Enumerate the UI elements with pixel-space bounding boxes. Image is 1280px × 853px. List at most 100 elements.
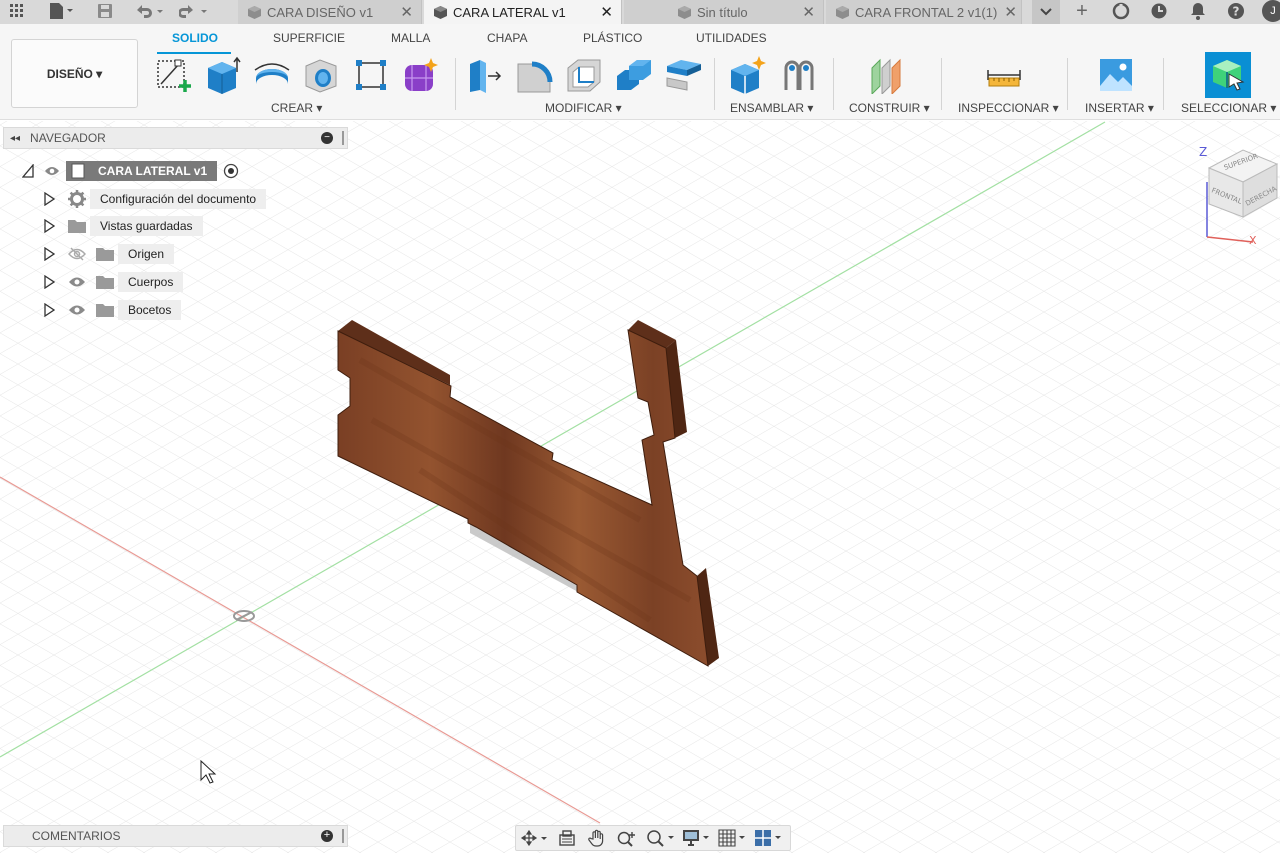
- expand-triangle-icon[interactable]: [43, 219, 55, 233]
- expand-triangle-icon[interactable]: [43, 275, 55, 289]
- tab-cara-lateral[interactable]: CARA LATERAL v1 ✕: [424, 0, 622, 24]
- panel-resize-handle[interactable]: [342, 829, 344, 843]
- navigator-pin-icon[interactable]: −: [321, 132, 333, 144]
- group-modificar[interactable]: MODIFICAR ▾: [545, 101, 622, 115]
- x-axis-line: [1206, 236, 1254, 243]
- expand-triangle-icon[interactable]: [43, 303, 55, 317]
- x-axis-label: X: [1249, 234, 1257, 247]
- navigation-toolbar: [515, 825, 791, 851]
- extensions-icon[interactable]: [1108, 0, 1134, 22]
- select-arrow-icon[interactable]: [1205, 52, 1251, 98]
- extrude-icon[interactable]: [203, 56, 241, 94]
- browser-node-bodies[interactable]: Cuerpos: [43, 272, 184, 292]
- browser-root-node[interactable]: CARA LATERAL v1: [22, 161, 239, 181]
- comments-panel[interactable]: COMENTARIOS +: [3, 825, 348, 847]
- group-inspeccionar[interactable]: INSPECCIONAR ▾: [958, 101, 1059, 115]
- undo-icon[interactable]: [132, 0, 168, 22]
- offset-plane-icon[interactable]: [868, 56, 906, 94]
- app-grid-icon[interactable]: [6, 0, 28, 22]
- measure-ruler-icon[interactable]: [985, 56, 1023, 94]
- tab-superficie[interactable]: SUPERFICIE: [273, 31, 345, 45]
- z-axis-label: Z: [1199, 145, 1207, 159]
- collapse-panel-icon[interactable]: ◂◂: [10, 133, 20, 144]
- visibility-eye-icon[interactable]: [44, 165, 60, 177]
- revolve-icon[interactable]: [253, 56, 291, 94]
- component-cube-icon: [434, 5, 447, 19]
- tab-malla[interactable]: MALLA: [391, 31, 430, 45]
- shell-icon[interactable]: [565, 56, 603, 94]
- pan-hand-icon[interactable]: [582, 826, 612, 850]
- insert-image-icon[interactable]: [1097, 56, 1135, 94]
- svg-text:?: ?: [1233, 5, 1240, 19]
- group-crear[interactable]: CREAR ▾: [271, 101, 322, 115]
- visibility-eye-icon[interactable]: [67, 303, 87, 317]
- node-label: Cuerpos: [118, 272, 184, 292]
- hidden-eye-icon[interactable]: [67, 247, 87, 261]
- browser-node-origin[interactable]: Origen: [43, 244, 175, 264]
- user-avatar[interactable]: J: [1262, 0, 1280, 22]
- zoom-icon[interactable]: [612, 826, 642, 850]
- fit-zoom-window-icon[interactable]: [642, 826, 678, 850]
- group-insertar[interactable]: INSERTAR ▾: [1085, 101, 1154, 115]
- browser-node-saved-views[interactable]: Vistas guardadas: [43, 216, 203, 236]
- orbit-icon[interactable]: [516, 826, 552, 850]
- combine-icon[interactable]: [615, 56, 653, 94]
- file-menu-icon[interactable]: [44, 0, 78, 22]
- viewcube-navigation[interactable]: Z X SUPERIOR FRONTAL DERECHA: [1195, 142, 1280, 247]
- job-status-clock-icon[interactable]: [1146, 0, 1172, 22]
- workspace-switcher-button[interactable]: DISEÑO ▾: [11, 39, 138, 108]
- user-initial: J: [1270, 5, 1276, 17]
- tab-cara-frontal[interactable]: CARA FRONTAL 2 v1(1) ✕: [826, 0, 1022, 24]
- create-sketch-icon[interactable]: [155, 56, 193, 94]
- new-component-icon[interactable]: [729, 56, 767, 94]
- display-settings-icon[interactable]: [678, 826, 714, 850]
- toolbar-ribbon: DISEÑO ▾ SOLIDO SUPERFICIE MALLA CHAPA P…: [0, 24, 1280, 120]
- new-tab-plus-icon[interactable]: +: [1068, 0, 1096, 22]
- group-ensamblar[interactable]: ENSAMBLAR ▾: [730, 101, 813, 115]
- add-comment-icon[interactable]: +: [321, 830, 333, 842]
- group-construir[interactable]: CONSTRUIR ▾: [849, 101, 930, 115]
- panel-resize-handle[interactable]: [342, 131, 344, 145]
- group-separator: [455, 58, 456, 110]
- fillet-icon[interactable]: [515, 56, 553, 94]
- press-pull-icon[interactable]: [466, 56, 504, 94]
- node-label: Origen: [118, 244, 175, 264]
- hole-icon[interactable]: [302, 56, 340, 94]
- visibility-eye-icon[interactable]: [67, 275, 87, 289]
- redo-icon[interactable]: [176, 0, 212, 22]
- look-at-icon[interactable]: [552, 826, 582, 850]
- expand-triangle-icon[interactable]: [43, 247, 55, 261]
- activate-radio-icon[interactable]: [223, 163, 239, 179]
- tab-chapa[interactable]: CHAPA: [487, 31, 527, 45]
- close-tab-icon[interactable]: ✕: [802, 3, 815, 21]
- help-icon[interactable]: ?: [1223, 0, 1249, 22]
- tab-list-chevron-icon[interactable]: [1032, 0, 1060, 24]
- group-separator: [941, 58, 942, 110]
- tab-label: Sin título: [697, 4, 748, 20]
- expand-triangle-icon[interactable]: [43, 192, 55, 206]
- tab-solido[interactable]: SOLIDO: [172, 31, 218, 45]
- tab-plastico[interactable]: PLÁSTICO: [583, 31, 642, 45]
- navigator-panel-header[interactable]: ◂◂ NAVEGADOR −: [3, 127, 348, 149]
- joint-icon[interactable]: [780, 56, 818, 94]
- offset-face-icon[interactable]: [665, 56, 703, 94]
- close-tab-icon[interactable]: ✕: [1004, 3, 1017, 21]
- browser-node-document-settings[interactable]: Configuración del documento: [43, 189, 267, 209]
- create-form-icon[interactable]: [402, 56, 440, 94]
- folder-icon: [68, 220, 86, 233]
- component-cube-icon: [836, 5, 849, 19]
- tab-utilidades[interactable]: UTILIDADES: [696, 31, 767, 45]
- close-tab-icon[interactable]: ✕: [600, 3, 613, 21]
- tab-sin-titulo[interactable]: Sin título ✕: [624, 0, 824, 24]
- notifications-bell-icon[interactable]: [1185, 0, 1211, 22]
- browser-node-sketches[interactable]: Bocetos: [43, 300, 182, 320]
- close-tab-icon[interactable]: ✕: [400, 3, 413, 21]
- group-seleccionar[interactable]: SELECCIONAR ▾: [1181, 101, 1276, 115]
- grid-settings-icon[interactable]: [714, 826, 750, 850]
- viewports-layout-icon[interactable]: [750, 826, 786, 850]
- save-icon[interactable]: [94, 0, 116, 22]
- component-cube-icon: [678, 5, 691, 19]
- rectangular-pattern-icon[interactable]: [352, 56, 390, 94]
- collapse-triangle-icon[interactable]: [22, 164, 34, 178]
- tab-cara-diseno[interactable]: CARA DISEÑO v1 ✕: [238, 0, 422, 24]
